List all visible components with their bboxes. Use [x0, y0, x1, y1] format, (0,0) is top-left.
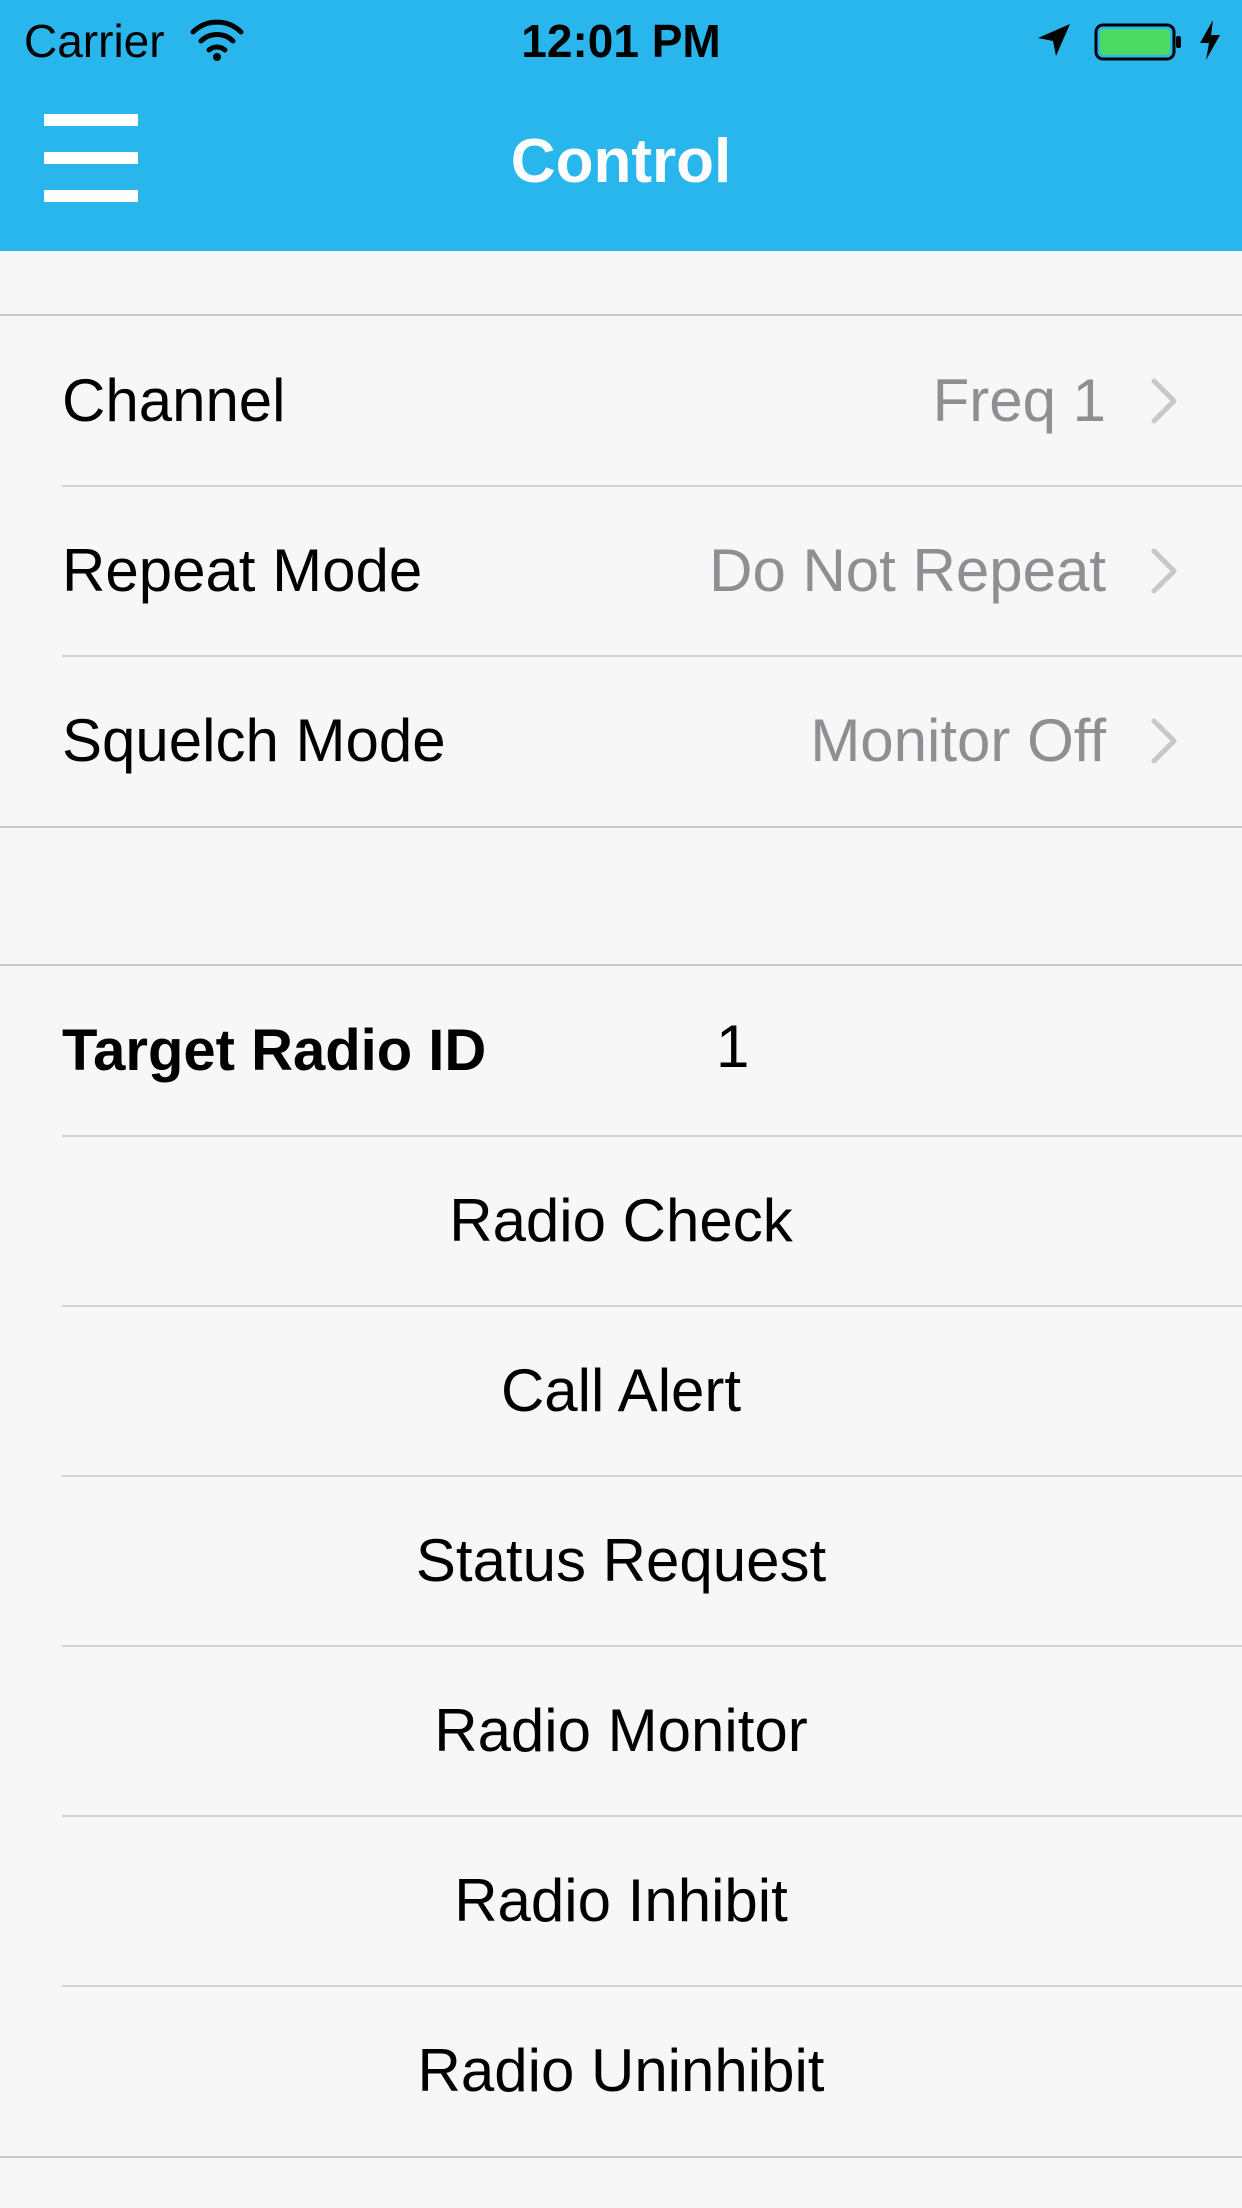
commands-group: Target Radio ID Radio Check Call Alert S…	[0, 964, 1242, 2158]
radio-inhibit-label: Radio Inhibit	[454, 1867, 788, 1934]
call-alert-label: Call Alert	[500, 1357, 742, 1424]
channel-label: Channel	[62, 367, 286, 434]
radio-check-label: Radio Check	[449, 1187, 793, 1254]
radio-inhibit-button[interactable]: Radio Inhibit	[0, 1815, 1242, 1986]
radio-monitor-button[interactable]: Radio Monitor	[0, 1645, 1242, 1816]
settings-group: Channel Freq 1 Repeat Mode Do Not Repeat…	[0, 314, 1242, 828]
status-request-label: Status Request	[415, 1527, 827, 1594]
repeat-mode-row[interactable]: Repeat Mode Do Not Repeat	[0, 485, 1242, 656]
squelch-mode-row[interactable]: Squelch Mode Monitor Off	[0, 655, 1242, 826]
chevron-right-icon	[1150, 717, 1180, 765]
status-bar: Carrier 12:01 PM	[0, 0, 1242, 82]
target-radio-id-row: Target Radio ID	[0, 966, 1242, 1136]
radio-monitor-label: Radio Monitor	[434, 1697, 808, 1764]
page-title: Control	[510, 127, 732, 196]
call-alert-button[interactable]: Call Alert	[0, 1305, 1242, 1476]
radio-check-button[interactable]: Radio Check	[0, 1135, 1242, 1306]
channel-value: Freq 1	[932, 367, 1106, 434]
target-radio-id-label: Target Radio ID	[62, 1018, 487, 1083]
control-screen: Carrier 12:01 PM Control Channel Freq 1 …	[0, 0, 1242, 2208]
location-arrow-icon	[1034, 20, 1074, 60]
squelch-mode-value: Monitor Off	[810, 707, 1106, 774]
navigation-bar: Control	[0, 82, 1242, 251]
radio-uninhibit-button[interactable]: Radio Uninhibit	[0, 1985, 1242, 2156]
chevron-right-icon	[1150, 547, 1180, 595]
radio-uninhibit-label: Radio Uninhibit	[417, 2037, 825, 2104]
squelch-mode-label: Squelch Mode	[62, 707, 446, 774]
repeat-mode-label: Repeat Mode	[62, 537, 423, 604]
repeat-mode-value: Do Not Repeat	[709, 537, 1106, 604]
target-radio-id-input[interactable]	[640, 966, 1180, 1126]
chevron-right-icon	[1150, 377, 1180, 425]
charging-bolt-icon	[1196, 18, 1224, 62]
channel-row[interactable]: Channel Freq 1	[0, 316, 1242, 486]
status-request-button[interactable]: Status Request	[0, 1475, 1242, 1646]
top-bar: Carrier 12:01 PM Control	[0, 0, 1242, 251]
battery-icon	[1094, 22, 1184, 62]
